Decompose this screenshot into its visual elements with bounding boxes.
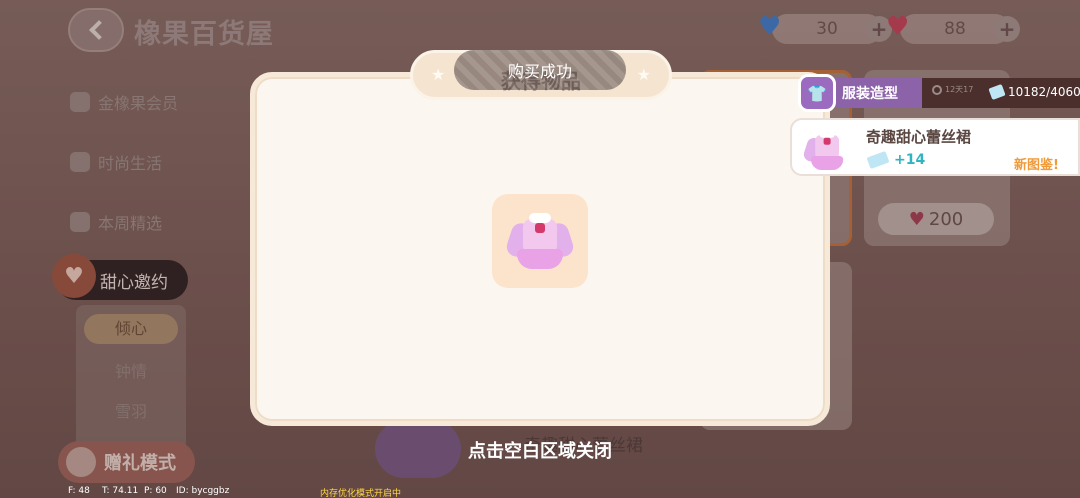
shirt-icon: 👕 (798, 74, 836, 112)
debug-id: ID: bycggbz (176, 486, 230, 496)
lace-dress-icon (802, 128, 844, 170)
reward-item-tile[interactable] (492, 194, 588, 288)
debug-p: P: 60 (144, 486, 167, 496)
memory-mode-text: 内存优化模式开启中 (320, 489, 402, 498)
gain-text: +14 (894, 152, 926, 168)
lace-dress-icon (504, 209, 576, 273)
new-collection-tag: 新图鉴! (1014, 158, 1059, 173)
notification-count: 10182/40606 (988, 83, 1080, 101)
notification-category: 服装造型 (826, 78, 922, 108)
debug-t: T: 74.11 (102, 486, 139, 496)
notification-item-name: 奇趣甜心蕾丝裙 (866, 128, 972, 146)
shard-icon (988, 83, 1006, 101)
purchase-success-toast: 购买成功 (454, 50, 626, 90)
close-hint: 点击空白区域关闭 (468, 441, 612, 462)
clock-icon (932, 84, 942, 95)
shard-icon (866, 150, 890, 170)
gain-value: +14 (866, 150, 926, 170)
count-text: 10182/40606 (1008, 85, 1080, 99)
notification-time: 12天17 (932, 84, 973, 95)
notification-card: 奇趣甜心蕾丝裙 +14 新图鉴! (790, 118, 1080, 176)
debug-fps: F: 48 (68, 486, 90, 496)
time-text: 12天17 (945, 85, 974, 94)
